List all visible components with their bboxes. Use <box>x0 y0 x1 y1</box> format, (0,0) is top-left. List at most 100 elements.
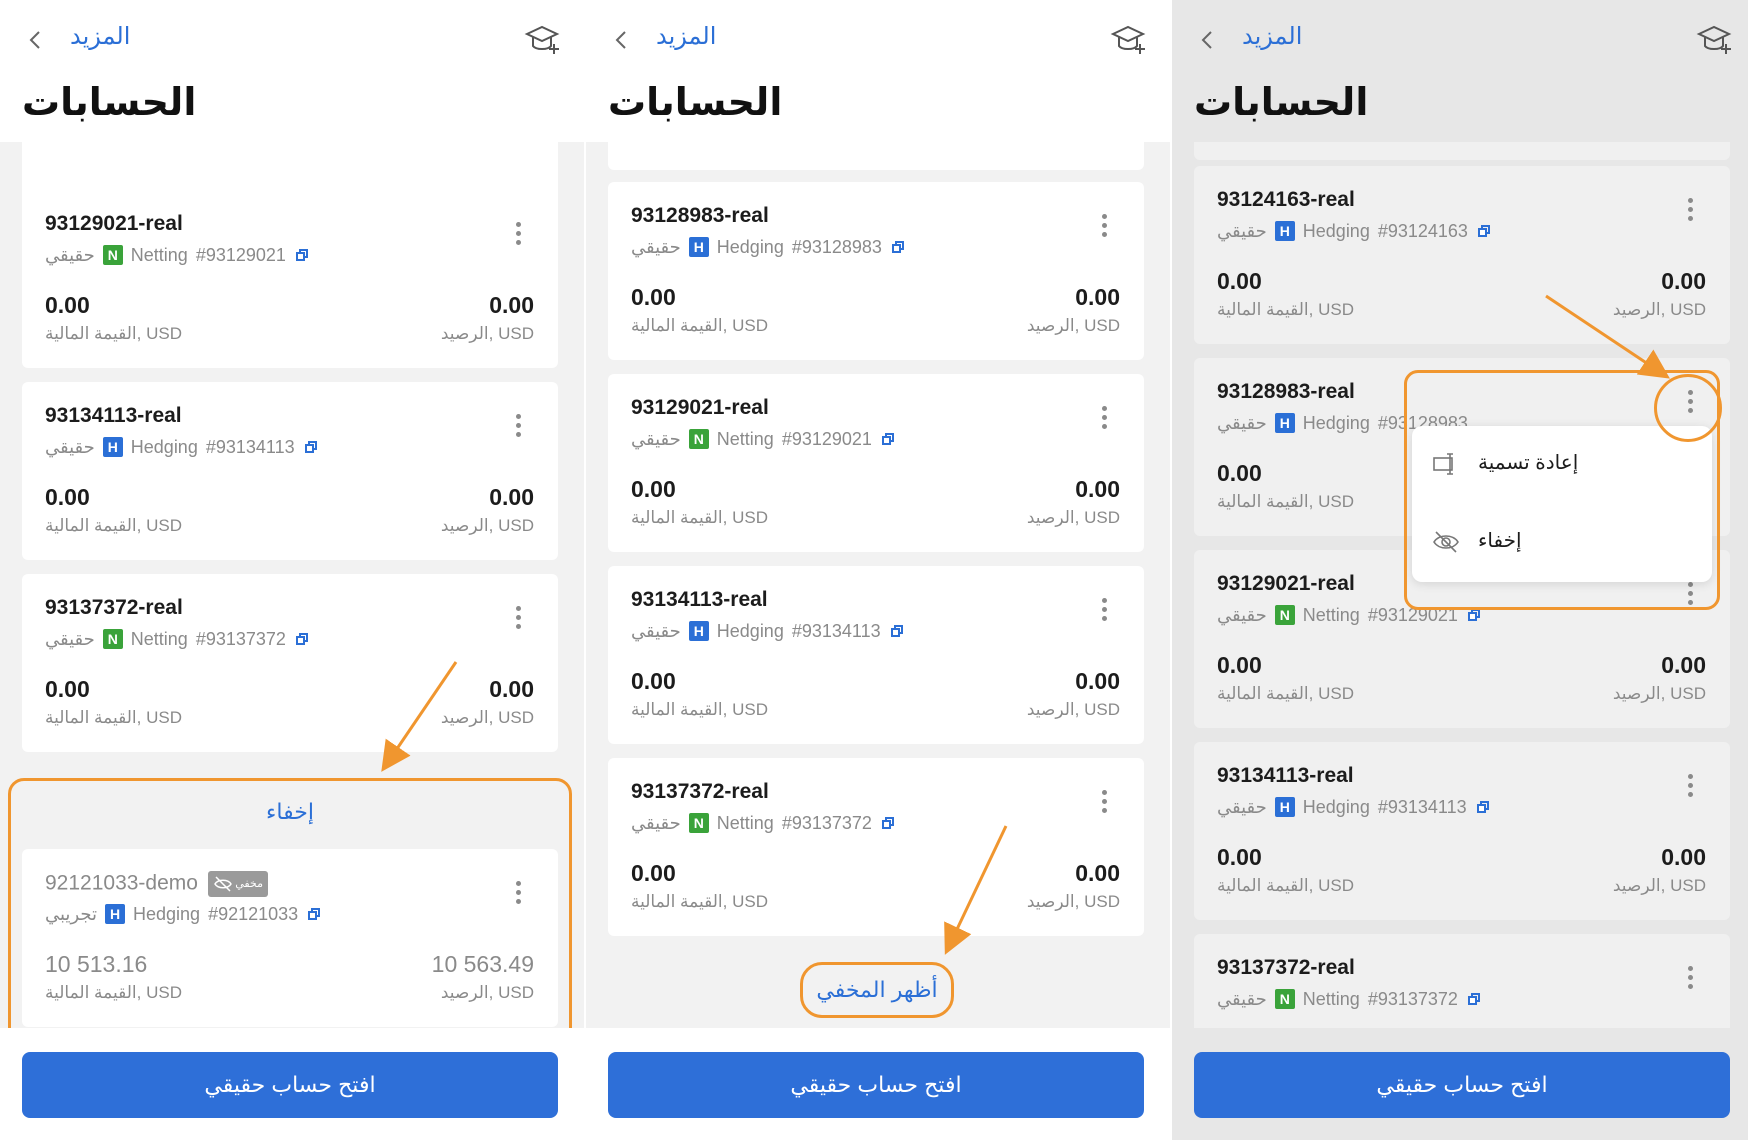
equity-label: القيمة المالية, USD <box>631 508 768 527</box>
equity-value: 0.00 <box>45 484 90 510</box>
account-card[interactable]: 93134113-real حقيقي H Hedging #93134113 … <box>22 382 558 560</box>
chevron-left-icon[interactable] <box>24 28 48 52</box>
balance-label: الرصيد, USD <box>440 983 534 1002</box>
account-card[interactable]: 93129021-real حقيقي N Netting #93129021 … <box>22 190 558 368</box>
account-mode: Hedging <box>716 236 784 257</box>
copy-icon[interactable] <box>304 440 318 454</box>
equity-label: القيمة المالية, USD <box>631 700 768 719</box>
balance-label: الرصيد, USD <box>440 324 534 343</box>
copy-icon[interactable] <box>1467 992 1481 1006</box>
equity-value: 0.00 <box>1217 268 1262 294</box>
kebab-menu-icon[interactable] <box>1102 406 1108 432</box>
copy-icon[interactable] <box>308 907 321 921</box>
netting-badge: N <box>688 813 709 833</box>
netting-badge: N <box>1274 605 1295 625</box>
account-name: 93137372-real <box>1217 956 1355 979</box>
balance-value: 0.00 <box>1075 284 1120 310</box>
account-name: 93124163-real <box>1217 188 1355 211</box>
copy-icon[interactable] <box>295 248 309 262</box>
hedging-badge: H <box>102 437 123 457</box>
account-card[interactable]: 93134113-real حقيقي H Hedging #93134113 … <box>1194 742 1730 920</box>
graduation-cap-plus-icon[interactable] <box>524 22 562 56</box>
account-mode: Netting <box>130 244 188 265</box>
equity-value: 0.00 <box>631 284 676 310</box>
kebab-menu-icon[interactable] <box>1688 198 1694 224</box>
header: المزيد الحسابات <box>1172 0 1748 142</box>
panel-hide-account: المزيد الحسابات القيمة المالية, USD الرص… <box>0 0 584 1140</box>
back-button[interactable]: المزيد <box>70 22 130 51</box>
hedging-badge: H <box>688 621 709 641</box>
account-meta: حقيقي N Netting #93137372 <box>45 628 309 650</box>
chevron-left-icon[interactable] <box>610 28 634 52</box>
copy-icon[interactable] <box>1476 800 1490 814</box>
balance-value: 0.00 <box>1661 268 1706 294</box>
copy-icon[interactable] <box>881 816 895 830</box>
kebab-menu-icon[interactable] <box>1102 214 1108 240</box>
header: المزيد الحسابات <box>586 0 1170 142</box>
open-real-account-button[interactable]: افتح حساب حقيقي <box>22 1052 558 1118</box>
demo-account-card[interactable]: 92121033-demo مخفي تجريبي H Hedging #9212… <box>22 849 558 1027</box>
balance-value: 0.00 <box>489 484 534 510</box>
open-real-account-button[interactable]: افتح حساب حقيقي <box>608 1052 1144 1118</box>
account-number: #93134113 <box>205 436 295 457</box>
kebab-menu-icon[interactable] <box>516 414 522 440</box>
accounts-list[interactable]: 93124163-real حقيقي H Hedging #93124163 … <box>1172 0 1748 1140</box>
hedging-badge: H <box>105 904 126 924</box>
account-number: #93137372 <box>195 628 286 649</box>
copy-icon[interactable] <box>1477 224 1491 238</box>
equity-label: القيمة المالية, USD <box>45 708 182 727</box>
account-type: حقيقي <box>631 812 681 833</box>
equity-value: 0.00 <box>45 292 90 318</box>
account-meta: حقيقي H Hedging #93134113 <box>631 620 904 642</box>
graduation-cap-plus-icon[interactable] <box>1696 22 1734 56</box>
balance-label: الرصيد, USD <box>1612 684 1706 703</box>
account-number: #93124163 <box>1377 220 1468 241</box>
chevron-left-icon[interactable] <box>1196 28 1220 52</box>
equity-value: 0.00 <box>1217 844 1262 870</box>
account-mode: Netting <box>716 428 774 449</box>
back-button[interactable]: المزيد <box>1242 22 1302 51</box>
account-name: 93128983-real <box>1217 380 1355 403</box>
balance-label: الرصيد, USD <box>1612 876 1706 895</box>
account-type: حقيقي <box>1217 988 1267 1009</box>
kebab-menu-icon[interactable] <box>1688 774 1694 800</box>
equity-value: 0.00 <box>631 668 676 694</box>
graduation-cap-plus-icon[interactable] <box>1110 22 1148 56</box>
kebab-menu-icon[interactable] <box>516 606 522 632</box>
hide-toggle-link[interactable]: إخفاء <box>11 799 569 825</box>
account-card[interactable]: 93128983-real حقيقي H Hedging #93128983 … <box>608 182 1144 360</box>
copy-icon[interactable] <box>295 632 309 646</box>
netting-badge: N <box>102 629 123 649</box>
kebab-menu-icon[interactable] <box>1102 790 1108 816</box>
kebab-highlight <box>1654 374 1722 442</box>
kebab-menu-icon[interactable] <box>1102 598 1108 624</box>
account-type: حقيقي <box>1217 412 1267 433</box>
balance-value: 0.00 <box>1075 668 1120 694</box>
kebab-menu-icon[interactable] <box>1688 966 1694 992</box>
equity-value: 0.00 <box>1217 652 1262 678</box>
account-type: حقيقي <box>1217 220 1267 241</box>
balance-label: الرصيد, USD <box>1026 508 1120 527</box>
copy-icon[interactable] <box>890 624 904 638</box>
account-type: تجريبي <box>45 903 98 924</box>
show-hidden-button[interactable]: أظهر المخفي <box>800 962 954 1018</box>
copy-icon[interactable] <box>881 432 895 446</box>
account-name-text: 92121033-demo <box>45 871 198 895</box>
account-type: حقيقي <box>631 620 681 641</box>
kebab-menu-icon[interactable] <box>516 222 522 248</box>
open-real-account-button[interactable]: افتح حساب حقيقي <box>1194 1052 1730 1118</box>
account-card[interactable]: 93137372-real حقيقي N Netting #93137372 … <box>608 758 1144 936</box>
account-mode: Hedging <box>716 620 784 641</box>
account-card[interactable]: 93124163-real حقيقي H Hedging #93124163 … <box>1194 166 1730 344</box>
account-card[interactable]: 93129021-real حقيقي N Netting #93129021 … <box>608 374 1144 552</box>
account-card[interactable]: 93137372-real حقيقي N Netting #93137372 … <box>22 574 558 752</box>
equity-label: القيمة المالية, USD <box>1217 300 1354 319</box>
account-meta: حقيقي H Hedging #93134113 <box>1217 796 1490 818</box>
copy-icon[interactable] <box>891 240 905 254</box>
account-card[interactable]: 93134113-real حقيقي H Hedging #93134113 … <box>608 566 1144 744</box>
kebab-menu-icon[interactable] <box>516 881 522 907</box>
copy-icon[interactable] <box>1467 608 1481 622</box>
equity-label: القيمة المالية, USD <box>631 892 768 911</box>
balance-label: الرصيد, USD <box>1026 700 1120 719</box>
back-button[interactable]: المزيد <box>656 22 716 51</box>
